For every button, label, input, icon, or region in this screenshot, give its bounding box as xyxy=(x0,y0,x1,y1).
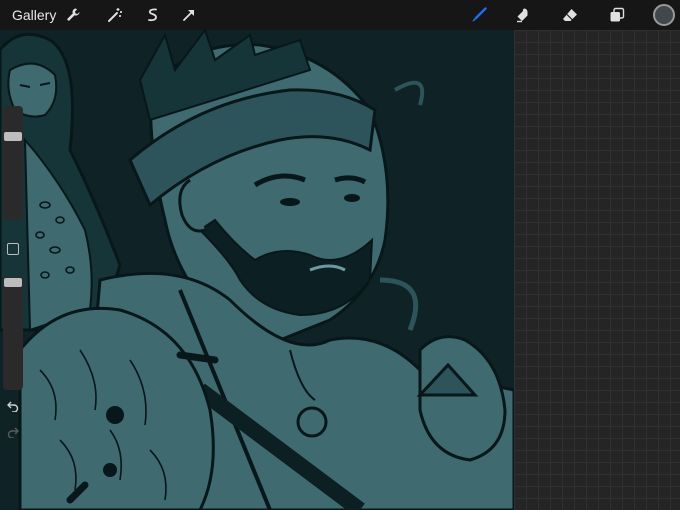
undo-icon[interactable] xyxy=(5,398,21,414)
layers-icon[interactable] xyxy=(606,4,628,26)
gallery-button[interactable]: Gallery xyxy=(12,7,56,23)
brush-size-slider[interactable] xyxy=(3,106,23,220)
canvas-background-grid xyxy=(514,30,680,510)
magic-wand-icon[interactable] xyxy=(104,4,126,26)
drawing-canvas[interactable] xyxy=(0,30,514,510)
modify-button[interactable] xyxy=(7,243,19,255)
redo-icon[interactable] xyxy=(5,424,21,440)
smudge-icon[interactable] xyxy=(512,4,534,26)
brush-icon[interactable] xyxy=(468,4,490,26)
artwork-illustration xyxy=(0,30,514,510)
top-toolbar: Gallery xyxy=(0,0,680,30)
selection-icon[interactable] xyxy=(142,4,164,26)
brush-size-thumb[interactable] xyxy=(4,132,22,141)
eraser-icon[interactable] xyxy=(559,4,581,26)
color-picker-swatch[interactable] xyxy=(653,4,675,26)
brush-opacity-slider[interactable] xyxy=(3,276,23,390)
brush-opacity-thumb[interactable] xyxy=(4,278,22,287)
transform-arrow-icon[interactable] xyxy=(178,4,200,26)
left-sidebar xyxy=(0,106,26,438)
wrench-icon[interactable] xyxy=(62,4,84,26)
